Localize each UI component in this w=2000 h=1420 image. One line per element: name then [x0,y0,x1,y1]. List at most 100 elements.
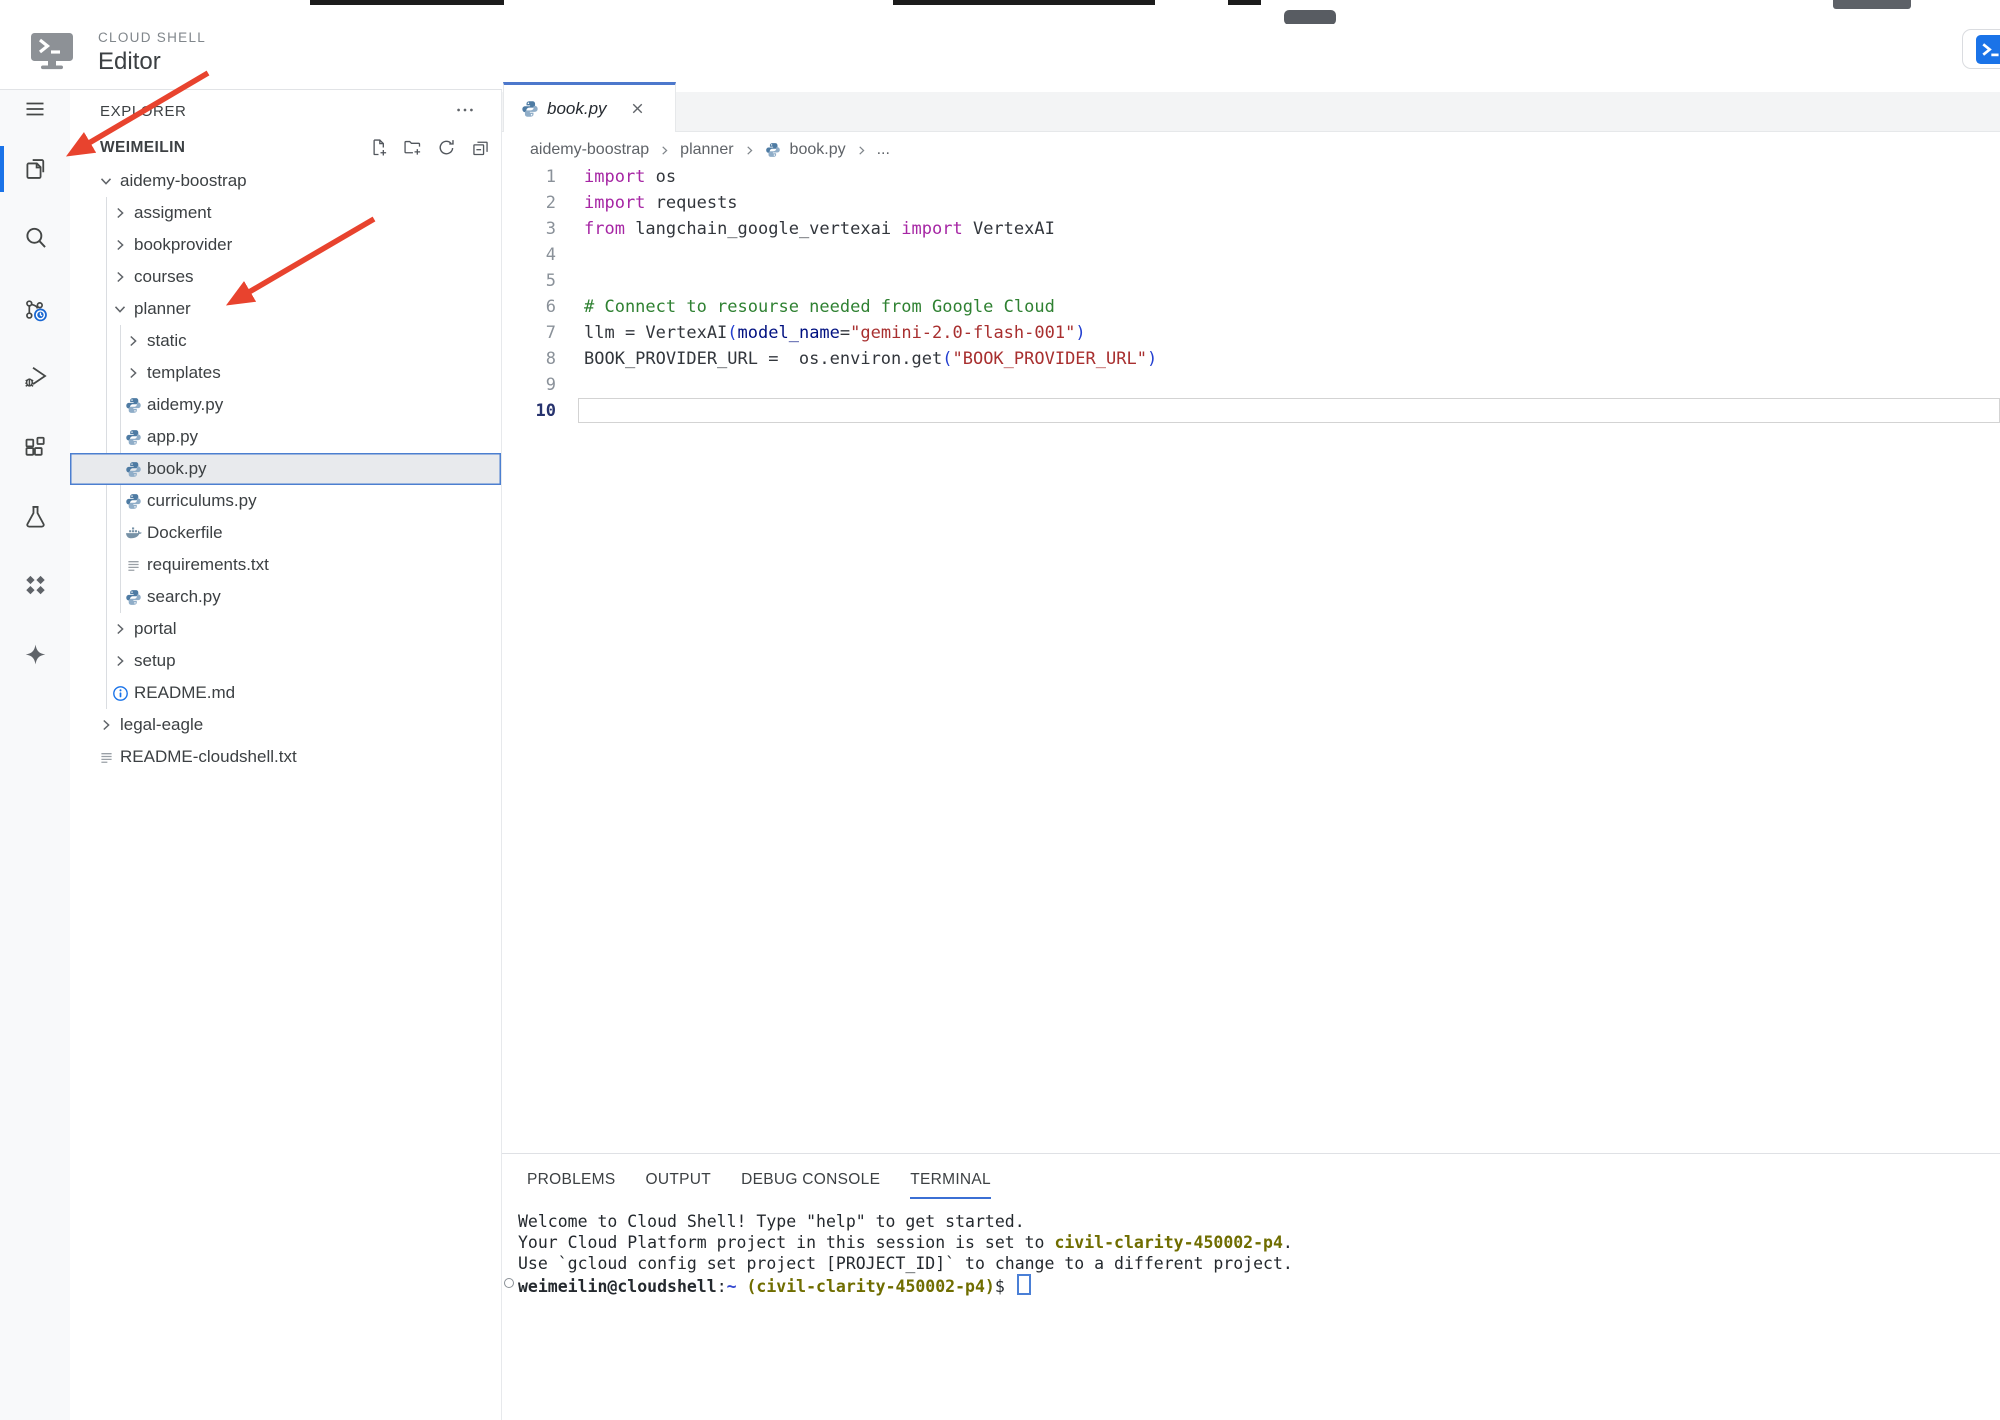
terminal-output[interactable]: Welcome to Cloud Shell! Type "help" to g… [518,1211,2000,1296]
new-file-icon[interactable] [368,137,389,158]
breadcrumb-item[interactable]: aidemy-boostrap [530,141,649,159]
new-folder-icon[interactable] [402,137,423,158]
panel-tab-terminal[interactable]: TERMINAL [910,1171,991,1199]
code-line-9[interactable]: 9 [502,372,2000,398]
editor-area: book.py aidemy-boostrap planner book.py...… [502,82,2000,1153]
code-line-10[interactable]: 10 [502,398,2000,424]
activity-item-menu[interactable] [0,95,70,123]
tree-item-book-py[interactable]: book.py [70,453,501,485]
code-line-1[interactable]: 1 import os [502,164,2000,190]
code-line-5[interactable]: 5 [502,268,2000,294]
activity-item-gemini[interactable] [0,641,70,669]
browser-artifact [1833,0,1911,9]
activity-item-cloud-code[interactable] [0,571,70,599]
editor-tab-bar: book.py [502,82,2000,132]
chevron-down-icon [96,173,116,190]
tree-item-label: courses [134,267,194,286]
collapse-all-icon[interactable] [470,137,491,158]
chevron-right-icon [123,365,143,382]
tree-item-assigment[interactable]: assigment [70,197,501,229]
code-line-6[interactable]: 6 # Connect to resourse needed from Googl… [502,294,2000,320]
open-terminal-button[interactable] [1962,29,2000,69]
python-icon [123,397,143,414]
explorer-toolbar [368,137,491,158]
file-tree: aidemy-boostrap assigment bookprovider cour… [70,165,501,773]
breadcrumb-item[interactable]: book.py [790,141,846,159]
line-number: 10 [535,401,556,421]
tree-item-setup[interactable]: setup [70,645,501,677]
tree-item-aidemy-py[interactable]: aidemy.py [70,389,501,421]
breadcrumb-item[interactable]: planner [680,141,733,159]
code-editor[interactable]: 1 import os 2 import requests 3 from langchai… [502,164,2000,424]
code-line-8[interactable]: 8 BOOK_PROVIDER_URL = os.environ.get("BOO… [502,346,2000,372]
terminal-cursor [1016,1274,1031,1295]
tree-item-static[interactable]: static [70,325,501,357]
terminal-line-2: Your Cloud Platform project in this sess… [518,1233,1293,1252]
files-icon [22,155,49,182]
python-icon [123,493,143,510]
tree-item-label: app.py [147,427,199,446]
line-number: 4 [545,245,556,265]
tree-item-templates[interactable]: templates [70,357,501,389]
chevron-right-icon [123,333,143,350]
tree-item-app-py[interactable]: app.py [70,421,501,453]
tree-item-planner[interactable]: planner [70,293,501,325]
chevron-down-icon [110,301,130,318]
tree-item-readme-md[interactable]: README.md [70,677,501,709]
tree-item-search-py[interactable]: search.py [70,581,501,613]
tab-strip-background [502,92,2000,132]
python-icon [765,142,781,158]
close-icon[interactable] [629,100,646,117]
terminal-line-3: Use `gcloud config set project [PROJECT_… [518,1254,1293,1273]
tree-item-label: aidemy.py [147,395,224,414]
tree-item-label: templates [147,363,221,382]
tree-item-bookprovider[interactable]: bookprovider [70,229,501,261]
python-icon [521,100,539,118]
tree-item-legal-eagle[interactable]: legal-eagle [70,709,501,741]
terminal-line-1: Welcome to Cloud Shell! Type "help" to g… [518,1212,1025,1231]
bottom-panel: PROBLEMS OUTPUT DEBUG CONSOLE TERMINAL Welc… [502,1153,2000,1420]
activity-item-extensions[interactable] [0,433,70,461]
tree-item-label: curriculums.py [147,491,257,510]
code-line-3[interactable]: 3 from langchain_google_vertexai import V… [502,216,2000,242]
browser-artifact [1284,10,1336,25]
workspace-root-weimeilin[interactable]: WEIMEILIN [70,132,501,164]
line-number: 8 [545,349,556,369]
code-line-2[interactable]: 2 import requests [502,190,2000,216]
code-line-4[interactable]: 4 [502,242,2000,268]
code-text: import requests [584,193,738,213]
tree-item-readme-cloudshell-txt[interactable]: README-cloudshell.txt [70,741,501,773]
flask-icon [22,503,49,530]
activity-item-source-control[interactable] [0,296,70,324]
tab-book-py[interactable]: book.py [503,82,676,132]
activity-item-run-debug[interactable] [0,362,70,390]
product-label: CLOUD SHELL [98,30,207,45]
refresh-icon[interactable] [436,137,457,158]
tree-item-label: legal-eagle [120,715,204,734]
tree-item-portal[interactable]: portal [70,613,501,645]
tree-item-requirements-txt[interactable]: requirements.txt [70,549,501,581]
tree-item-dockerfile[interactable]: Dockerfile [70,517,501,549]
browser-chrome-strip [0,0,2000,25]
panel-tab-debug-console[interactable]: DEBUG CONSOLE [741,1171,880,1199]
tree-item-courses[interactable]: courses [70,261,501,293]
explorer-sidebar: EXPLORER WEIMEILIN aidemy-boostrap assigm… [70,90,502,1420]
breadcrumb-item[interactable]: ... [877,141,890,159]
line-number: 9 [545,375,556,395]
tree-item-curriculums-py[interactable]: curriculums.py [70,485,501,517]
docker-icon [123,525,143,542]
panel-tab-problems[interactable]: PROBLEMS [527,1171,616,1199]
tree-item-label: static [147,331,187,350]
panel-tab-output[interactable]: OUTPUT [646,1171,712,1199]
panel-tab-bar: PROBLEMS OUTPUT DEBUG CONSOLE TERMINAL [527,1171,1021,1199]
breadcrumb: aidemy-boostrap planner book.py... [530,132,2000,168]
code-text: from langchain_google_vertexai import Ve… [584,219,1055,239]
chevron-right-icon [855,144,868,157]
more-actions-icon[interactable] [454,99,478,123]
prompt-marker-circle [504,1278,514,1288]
tree-item-aidemy-boostrap[interactable]: aidemy-boostrap [70,165,501,197]
activity-item-explorer[interactable] [0,146,70,192]
activity-item-testing[interactable] [0,502,70,530]
activity-item-search[interactable] [0,223,70,251]
code-line-7[interactable]: 7 llm = VertexAI(model_name="gemini-2.0-f… [502,320,2000,346]
